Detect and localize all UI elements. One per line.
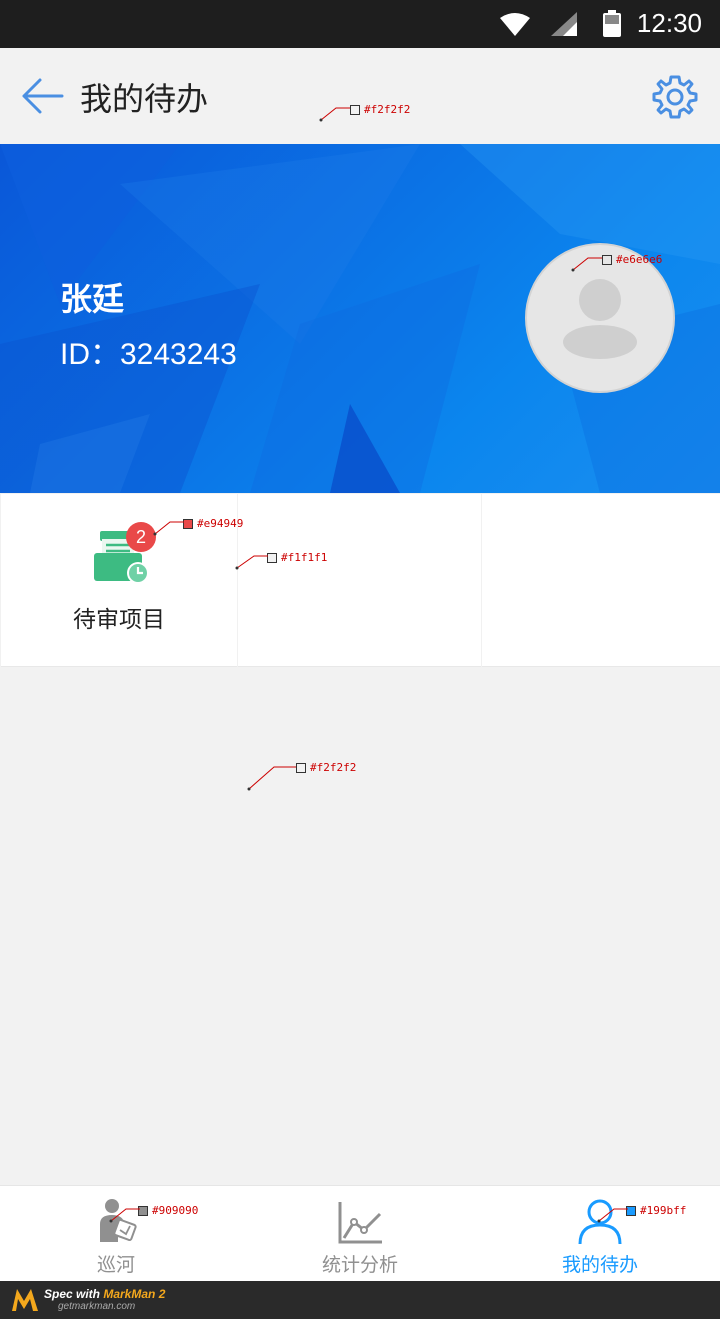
nav-label: 我的待办 [561,1254,638,1276]
spec-text: Spec with MarkMan 2 [44,1287,165,1301]
annotation-nav-inactive: #909090 [138,1204,198,1217]
page-title: 我的待办 [80,80,209,118]
annotation-pointer [247,766,296,791]
gear-icon[interactable] [652,74,698,120]
tile-empty [238,494,482,667]
nav-patrol[interactable]: 巡河 [0,1186,232,1282]
annotation-pointer [109,1208,140,1223]
spec-site: getmarkman.com [58,1301,136,1312]
nav-my-todo[interactable]: 我的待办 [480,1186,720,1282]
markman-footer: Spec with MarkMan 2 getmarkman.com [0,1281,720,1319]
nav-label: 巡河 [96,1254,135,1276]
app-header: 我的待办 [0,48,720,144]
signal-icon [551,12,577,36]
status-bar: 12:30 [0,0,720,48]
bottom-nav: 巡河 统计分析 我的待办 [0,1185,720,1281]
user-id: ID：3243243 [60,329,237,373]
tile-empty [482,494,720,667]
line-chart-icon [338,1202,382,1244]
annotation-border-color: #f1f1f1 [267,551,327,564]
back-arrow-icon[interactable] [20,76,64,116]
nav-statistics[interactable]: 统计分析 [240,1186,480,1282]
annotation-pointer [319,107,350,122]
annotation-pointer [571,257,602,272]
markman-logo-icon [12,1289,38,1311]
tile-label: 待审项目 [73,607,165,633]
spec-prefix: Spec with [44,1287,104,1301]
user-id-label: ID： [60,338,120,371]
annotation-pointer [235,555,268,570]
wifi-icon [500,13,530,36]
battery-icon [603,10,621,37]
user-name: 张廷 [60,280,125,318]
annotation-pointer [153,521,184,536]
annotation-page-color: #f2f2f2 [296,761,356,774]
nav-label: 统计分析 [321,1254,398,1276]
annotation-avatar-color: #e6e6e6 [602,253,662,266]
profile-banner: 张廷 ID：3243243 [0,144,720,493]
user-id-value: 3243243 [120,338,237,371]
annotation-badge-color: #e94949 [183,517,243,530]
annotation-pointer [597,1208,628,1223]
annotation-nav-active: #199bff [626,1204,686,1217]
tile-grid: 2 待审项目 [0,493,720,667]
spec-brand: MarkMan 2 [103,1287,166,1301]
annotation-header-color: #f2f2f2 [350,103,410,116]
status-time: 12:30 [636,8,702,38]
